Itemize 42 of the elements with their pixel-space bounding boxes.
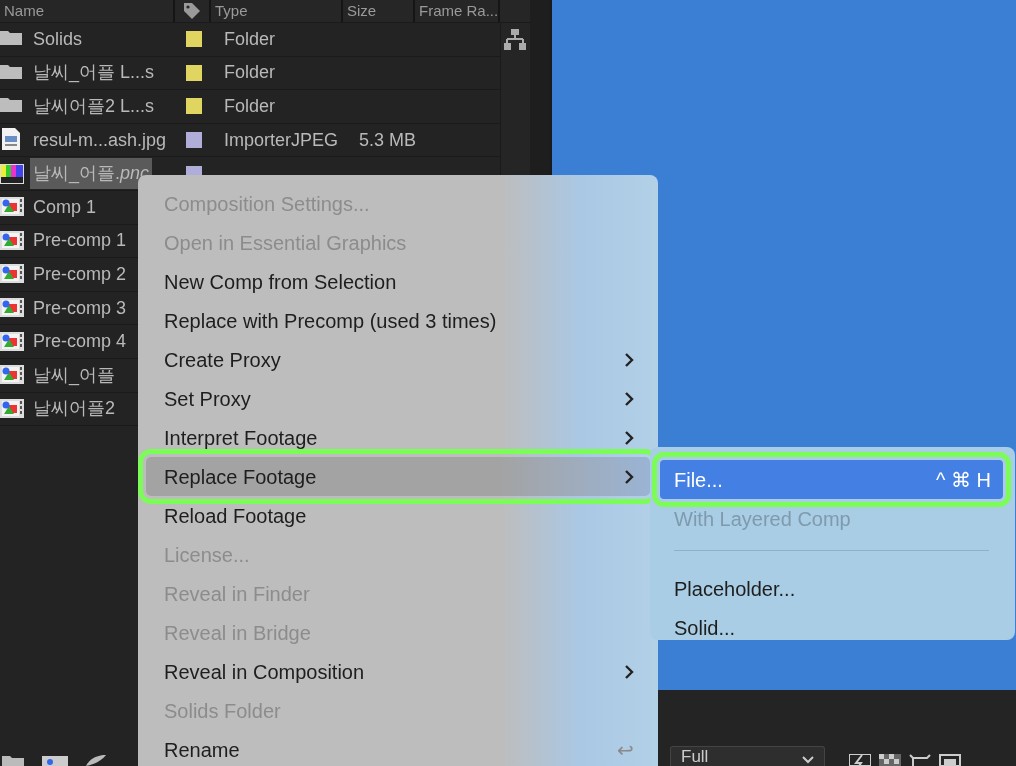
item-name[interactable]: 날씨어플2 L...s bbox=[30, 91, 158, 122]
folder-icon bbox=[2, 754, 26, 766]
item-name[interactable]: 날씨_어플 bbox=[30, 359, 118, 391]
chevron-down-icon bbox=[802, 755, 814, 765]
type-text: Folder bbox=[224, 27, 277, 51]
checkerboard-icon bbox=[879, 754, 901, 766]
item-name[interactable]: Pre-comp 2 bbox=[30, 258, 130, 290]
menu-item[interactable]: Interpret Footage bbox=[138, 418, 648, 457]
item-name[interactable]: 날씨어플2 bbox=[30, 393, 118, 425]
menu-item[interactable]: Solid... bbox=[650, 608, 1015, 647]
item-name[interactable]: Pre-comp 3 bbox=[30, 292, 130, 324]
composition-icon bbox=[0, 228, 24, 253]
item-name[interactable]: Solids bbox=[30, 23, 86, 55]
frame-icon bbox=[939, 754, 961, 766]
menu-item[interactable]: Replace with Precomp (used 3 times) bbox=[138, 301, 648, 340]
menu-item[interactable]: Rename ↩ bbox=[138, 730, 648, 766]
column-header[interactable]: Size bbox=[347, 0, 377, 22]
column-header[interactable]: Frame Ra... bbox=[419, 0, 498, 22]
item-name[interactable]: Comp 1 bbox=[30, 191, 100, 223]
menu-item[interactable]: Reload Footage bbox=[138, 496, 648, 535]
composition-icon bbox=[42, 754, 68, 766]
item-name[interactable]: Pre-comp 4 bbox=[30, 326, 130, 358]
type-text: Folder bbox=[224, 61, 277, 85]
menu-item[interactable]: Placeholder... bbox=[650, 569, 1015, 608]
item-name[interactable]: 날씨_어플 L...s bbox=[30, 57, 158, 89]
column-header[interactable]: Type bbox=[215, 0, 248, 22]
size-text: 5.3 MB bbox=[359, 128, 418, 152]
lightning-icon bbox=[849, 754, 871, 766]
type-text: Folder bbox=[224, 95, 277, 118]
item-name[interactable]: Pre-comp 1 bbox=[30, 225, 130, 257]
menu-item[interactable]: Set Proxy bbox=[138, 379, 648, 418]
type-text: ImporterJPEG bbox=[224, 128, 340, 152]
flowchart-icon bbox=[504, 29, 526, 51]
menu-item[interactable]: Reveal in Composition bbox=[138, 652, 648, 691]
column-header[interactable]: Name bbox=[4, 0, 44, 22]
item-name[interactable]: resul-m...ash.jpg bbox=[30, 124, 170, 156]
composition-icon bbox=[0, 329, 24, 354]
menu-item[interactable]: Create Proxy bbox=[138, 340, 648, 379]
composition-icon bbox=[0, 396, 24, 421]
feather-icon bbox=[84, 754, 108, 766]
resolution-dropdown[interactable]: Full bbox=[670, 746, 825, 766]
menu-item[interactable]: New Comp from Selection bbox=[138, 262, 648, 301]
